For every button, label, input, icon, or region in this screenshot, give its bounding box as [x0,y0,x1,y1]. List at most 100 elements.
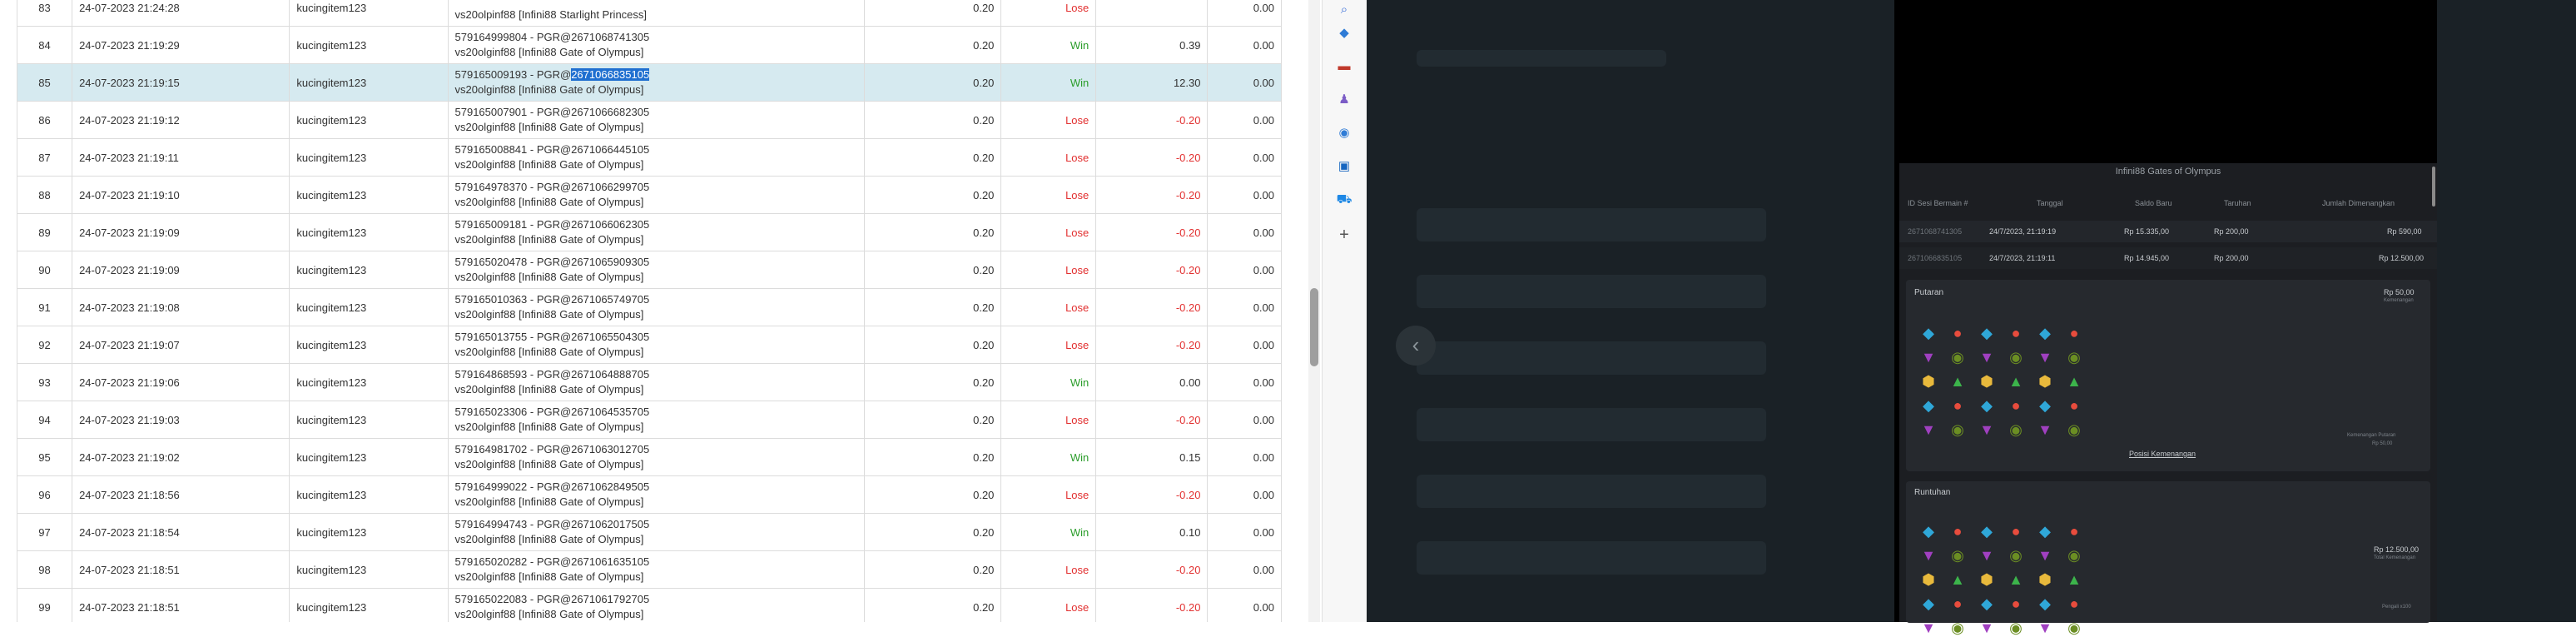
slot-symbol-icon: ● [2011,325,2021,341]
bet-id: 579164999022 - PGR@2671062849505 [454,480,650,493]
row-username: kucingitem123 [289,363,449,401]
row-balance: 0.00 [1207,26,1282,64]
header-bet: Taruhan [2224,199,2251,207]
row-balance: 0.00 [1207,326,1282,364]
row-number: 88 [16,176,73,214]
row-bet: 0.20 [863,550,1002,589]
row-result: Win [1000,513,1097,551]
ghost-block [1417,341,1766,375]
table-row[interactable]: 85 24-07-2023 21:19:15 kucingitem123 579165… [16,63,1282,102]
slot-symbol-icon: ◉ [2009,620,2023,636]
bet-id: 579165020478 - PGR@2671065909305 [454,256,650,268]
row-winloss: -0.20 [1095,326,1209,364]
table-row[interactable]: 92 24-07-2023 21:19:07 kucingitem123 579165… [16,326,1282,364]
row-winloss: -0.20 [1095,401,1209,439]
row-datetime: 24-07-2023 21:18:51 [72,588,290,622]
slot-symbol-icon: ◆ [1923,595,1934,612]
people-icon[interactable]: ♟ [1336,92,1353,108]
bet-id: 579165023306 - PGR@2671064535705 [454,406,650,418]
game-name: vs20olginf88 [Infini88 Gate of Olympus] [454,570,644,583]
slot-symbol-icon: ● [1953,325,1963,341]
scrollbar-thumb[interactable] [1310,288,1318,366]
slot-symbol-icon: ◉ [2067,421,2081,438]
slot-symbol-icon: ◉ [2009,421,2023,438]
winning-position-link[interactable]: Posisi Kemenangan [2129,450,2196,458]
row-result: Win [1000,438,1097,476]
row-bet: 0.20 [863,138,1002,177]
table-row[interactable]: 98 24-07-2023 21:18:51 kucingitem123 579165… [16,550,1282,589]
slot-symbol-icon: ◆ [2039,595,2051,612]
header-win: Jumlah Dimenangkan [2322,199,2395,207]
row-datetime: 24-07-2023 21:19:02 [72,438,290,476]
row-datetime: 24-07-2023 21:19:09 [72,213,290,251]
slot-symbol-icon: ◉ [2009,349,2023,366]
bet-history-table: 83 24-07-2023 21:24:28 kucingitem123 vs20ol… [16,0,1282,622]
row-bet: 0.20 [863,176,1002,214]
round-balance: Rp 14.945,00 [2124,254,2170,262]
bet-id: 579164994743 - PGR@2671062017505 [454,518,650,530]
table-row[interactable]: 87 24-07-2023 21:19:11 kucingitem123 579165… [16,138,1282,177]
row-number: 83 [16,0,73,27]
slot-symbol-icon: ◉ [2067,620,2081,636]
add-icon[interactable]: + [1336,226,1353,243]
back-button[interactable]: ‹ [1396,326,1436,366]
row-balance: 0.00 [1207,251,1282,289]
row-balance: 0.00 [1207,213,1282,251]
row-balance: 0.00 [1207,138,1282,177]
table-row[interactable]: 89 24-07-2023 21:19:09 kucingitem123 579165… [16,213,1282,251]
table-row[interactable]: 94 24-07-2023 21:19:03 kucingitem123 579165… [16,401,1282,439]
header-balance: Saldo Baru [2135,199,2172,207]
table-row[interactable]: 95 24-07-2023 21:19:02 kucingitem123 579164… [16,438,1282,476]
slot-symbol-icon: ◉ [2067,547,2081,564]
row-result: Lose [1000,251,1097,289]
game-name: vs20olginf88 [Infini88 Gate of Olympus] [454,495,644,508]
row-result: Lose [1000,588,1097,622]
copilot-icon[interactable]: ◉ [1336,125,1353,142]
toolbox-icon[interactable]: ▬ [1336,58,1353,75]
table-row[interactable]: 86 24-07-2023 21:19:12 kucingitem123 579165… [16,101,1282,139]
table-row[interactable]: 99 24-07-2023 21:18:51 kucingitem123 579165… [16,588,1282,622]
search-icon[interactable]: ⌕ [1336,2,1353,18]
row-description: 579165020282 - PGR@2671061635105 vs20olgi… [447,550,865,589]
game-scrollbar-thumb[interactable] [2432,167,2435,207]
table-row[interactable]: 84 24-07-2023 21:19:29 kucingitem123 579164… [16,26,1282,64]
slot-symbol-icon: ⬢ [2038,373,2052,390]
putaran-side-value: Rp 50,00 [2372,441,2393,446]
tag-icon[interactable]: ◆ [1336,25,1353,42]
row-number: 91 [16,288,73,326]
row-datetime: 24-07-2023 21:19:10 [72,176,290,214]
cart-icon[interactable]: ⛟ [1336,192,1353,208]
row-username: kucingitem123 [289,326,449,364]
row-username: kucingitem123 [289,475,449,514]
row-bet: 0.20 [863,475,1002,514]
row-number: 95 [16,438,73,476]
table-row[interactable]: 90 24-07-2023 21:19:09 kucingitem123 579165… [16,251,1282,289]
row-description: 579164994743 - PGR@2671062017505 vs20olgi… [447,513,865,551]
slot-symbol-icon: ◆ [1981,595,1993,612]
table-row[interactable]: 91 24-07-2023 21:19:08 kucingitem123 579165… [16,288,1282,326]
selected-text[interactable]: 2671066835105 [571,68,650,81]
slot-symbol-icon: ◆ [1981,523,1993,540]
row-result: Win [1000,26,1097,64]
row-result: Lose [1000,0,1097,27]
row-description: 579165023306 - PGR@2671064535705 vs20olgi… [447,401,865,439]
row-balance: 0.00 [1207,288,1282,326]
slot-symbol-icon: ● [2011,595,2021,612]
row-balance: 0.00 [1207,588,1282,622]
game-name: vs20olginf88 [Infini88 Gate of Olympus] [454,308,644,321]
runtuhan-label: Runtuhan [1914,488,1951,497]
slot-symbol-icon: ● [1953,397,1963,414]
slot-symbol-icon: ⬢ [2038,571,2052,588]
bet-id: 579164978370 - PGR@2671066299705 [454,181,650,193]
bet-id: 579165008841 - PGR@2671066445105 [454,143,650,156]
row-datetime: 24-07-2023 21:19:07 [72,326,290,364]
table-row[interactable]: 93 24-07-2023 21:19:06 kucingitem123 579164… [16,363,1282,401]
slot-symbol-icon: ▼ [1979,620,1994,636]
table-row[interactable]: 96 24-07-2023 21:18:56 kucingitem123 579164… [16,475,1282,514]
table-row[interactable]: 88 24-07-2023 21:19:10 kucingitem123 579164… [16,176,1282,214]
bet-id: 579165009193 - PGR@ [454,68,572,81]
game-name: vs20olginf88 [Infini88 Gate of Olympus] [454,271,644,283]
table-row[interactable]: 97 24-07-2023 21:18:54 kucingitem123 579164… [16,513,1282,551]
outlook-icon[interactable]: ▣ [1336,158,1353,175]
table-row[interactable]: 83 24-07-2023 21:24:28 kucingitem123 vs20ol… [16,0,1282,27]
